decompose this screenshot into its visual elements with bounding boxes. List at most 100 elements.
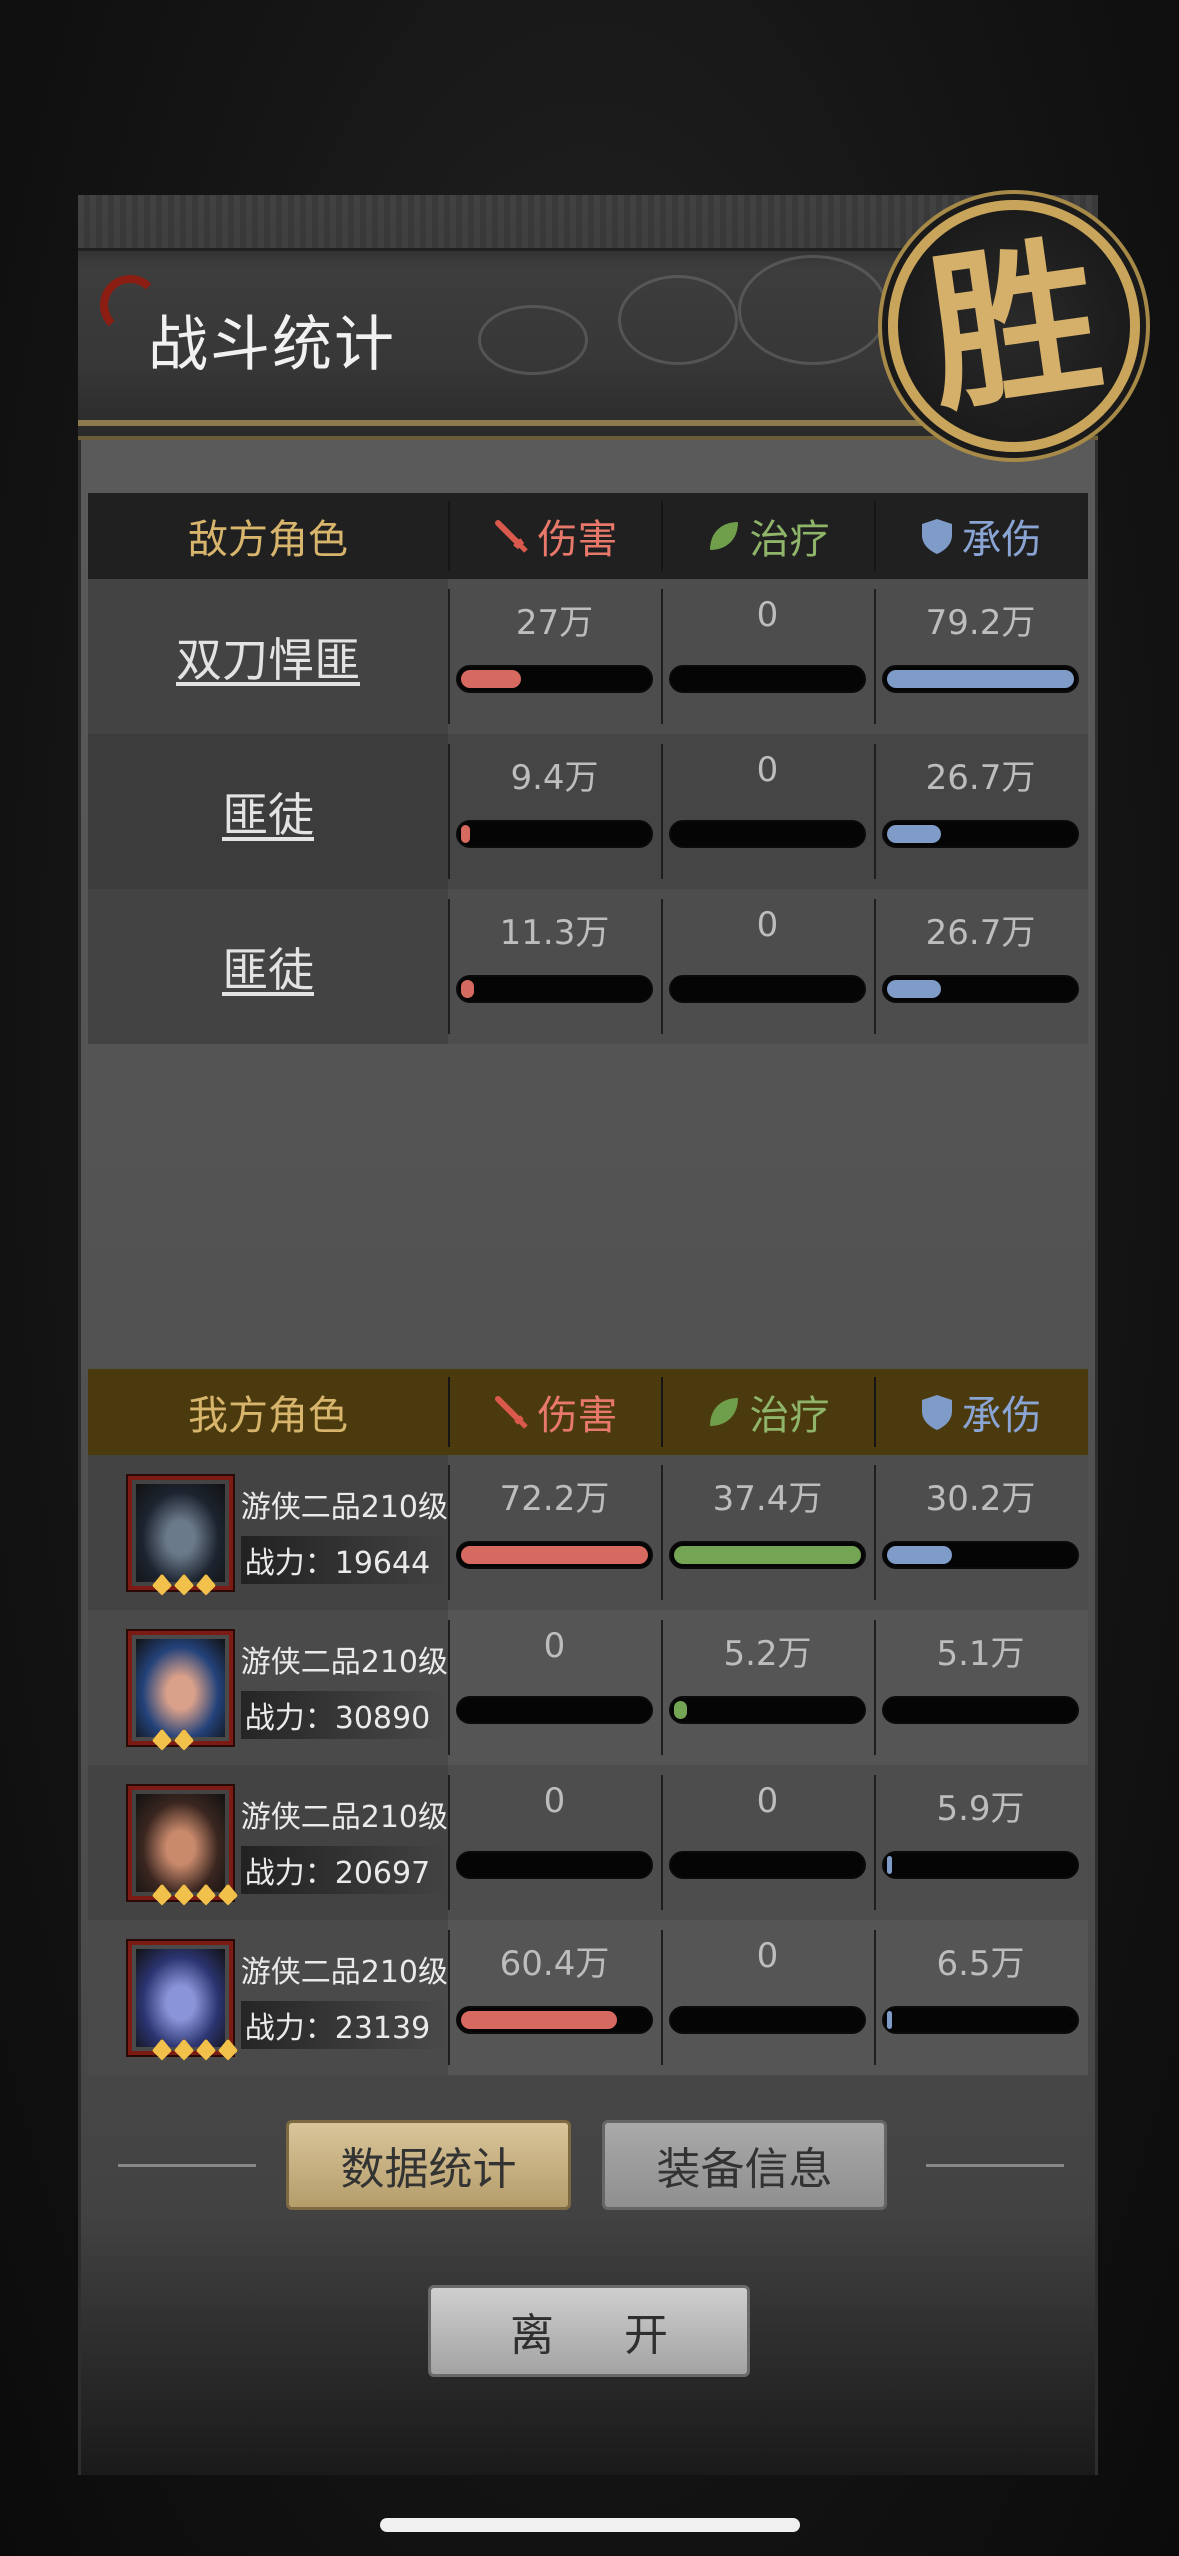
heal-progress-bar [669, 975, 866, 1003]
damage-value: 11.3万 [499, 913, 610, 953]
heal-progress-bar [669, 665, 866, 693]
heal-value: 37.4万 [712, 1479, 823, 1519]
damage-progress-fill [461, 980, 475, 998]
star-icon [218, 2038, 238, 2061]
ally-column-header: 我方角色 [188, 1393, 348, 1439]
tank-stat-cell: 30.2万 [874, 1455, 1087, 1610]
heal-stat-cell: 0 [661, 1920, 874, 2075]
star-icon [196, 2038, 216, 2061]
leave-label-char-2: 开 [624, 2310, 668, 2361]
ally-table-header: 我方角色 伤害 治疗 承伤 [88, 1369, 1088, 1455]
shield-icon [921, 519, 952, 554]
enemy-name-cell: 匪徒 [88, 734, 448, 889]
tank-value: 79.2万 [925, 603, 1036, 643]
star-icon [152, 1883, 172, 1906]
heal-stat-cell: 0 [661, 734, 874, 889]
tank-column-label: 承伤 [961, 517, 1042, 563]
star-icon [218, 1883, 238, 1906]
damage-stat-cell: 60.4万 [448, 1920, 661, 2075]
enemy-name-link[interactable]: 双刀悍匪 [176, 624, 360, 690]
enemy-name-link[interactable]: 匪徒 [222, 934, 314, 1000]
leave-button[interactable]: 离 开 [428, 2285, 750, 2377]
star-icon [152, 1573, 172, 1596]
damage-progress-bar [456, 975, 653, 1003]
heal-value: 0 [756, 750, 779, 790]
enemy-name-cell: 匪徒 [88, 889, 448, 1044]
heal-progress-bar [669, 2006, 866, 2034]
star-icon [174, 1573, 194, 1596]
enemy-name-link[interactable]: 匪徒 [222, 779, 314, 845]
sword-icon [494, 1396, 528, 1429]
heal-progress-bar [669, 820, 866, 848]
tank-value: 30.2万 [925, 1479, 1036, 1519]
tank-progress-bar [882, 1696, 1079, 1724]
column-divider [874, 501, 876, 571]
column-divider [448, 501, 450, 571]
heal-column-header: 治疗 [661, 493, 874, 579]
hero-power: 战力：20697 [240, 1845, 448, 1894]
hero-portrait[interactable] [128, 1940, 238, 2061]
victory-seal: 胜 [888, 200, 1140, 452]
damage-progress-fill [461, 2011, 618, 2029]
hero-star-rank [152, 1728, 194, 1751]
enemy-name-cell: 双刀悍匪 [88, 579, 448, 734]
damage-column-header: 伤害 [448, 1369, 661, 1455]
ally-stats-table: 我方角色 伤害 治疗 承伤 游侠二品210级 战力：19644 72.2万 37.4万… [88, 1369, 1088, 2075]
ally-row: 游侠二品210级 战力：30890 0 5.2万 5.1万 [88, 1610, 1088, 1765]
damage-progress-fill [461, 670, 521, 688]
heal-progress-fill [674, 1546, 861, 1564]
damage-stat-cell: 72.2万 [448, 1455, 661, 1610]
heal-column-header: 治疗 [661, 1369, 874, 1455]
home-indicator[interactable] [380, 2518, 800, 2532]
enemy-column-header: 敌方角色 [188, 517, 348, 563]
heal-column-label: 治疗 [749, 517, 830, 563]
damage-value: 72.2万 [499, 1479, 610, 1519]
cloud-ornament-icon [478, 305, 588, 375]
tank-progress-bar [882, 820, 1079, 848]
column-divider [874, 1377, 876, 1447]
hero-portrait[interactable] [128, 1630, 233, 1751]
tank-progress-fill [887, 1546, 953, 1564]
tab-data-stats[interactable]: 数据统计 [286, 2120, 571, 2210]
enemy-row: 双刀悍匪 27万 0 79.2万 [88, 579, 1088, 734]
leave-label-char-1: 离 [510, 2310, 554, 2361]
hero-portrait-image [136, 1793, 225, 1892]
hero-info: 游侠二品210级 战力：20697 [240, 1792, 448, 1894]
hero-class-level: 游侠二品210级 [240, 1954, 448, 1990]
star-icon [196, 1883, 216, 1906]
hero-power: 战力：30890 [240, 1690, 448, 1739]
tank-progress-fill [887, 1856, 892, 1874]
leaf-icon [709, 1398, 738, 1426]
tank-progress-bar [882, 975, 1079, 1003]
hero-class-level: 游侠二品210级 [240, 1489, 448, 1525]
star-icon [196, 1573, 216, 1596]
heal-value: 0 [756, 905, 779, 945]
heal-progress-bar [669, 1541, 866, 1569]
damage-progress-bar [456, 2006, 653, 2034]
cloud-ornament-icon [618, 275, 738, 365]
hero-portrait[interactable] [128, 1475, 233, 1596]
heal-stat-cell: 37.4万 [661, 1455, 874, 1610]
tank-progress-fill [887, 670, 1074, 688]
tab-divider-right [926, 2164, 1064, 2167]
tank-value: 6.5万 [936, 1944, 1025, 1984]
hero-portrait[interactable] [128, 1785, 238, 1906]
tab-divider-left [118, 2164, 256, 2167]
sword-icon [494, 520, 528, 553]
column-divider [448, 1377, 450, 1447]
heal-progress-fill [674, 1701, 688, 1719]
tab-equipment-info[interactable]: 装备信息 [602, 2120, 887, 2210]
enemy-row: 匪徒 9.4万 0 26.7万 [88, 734, 1088, 889]
damage-value: 60.4万 [499, 1944, 610, 1984]
hero-star-rank [152, 1573, 216, 1596]
tank-value: 26.7万 [925, 758, 1036, 798]
heal-value: 0 [756, 595, 779, 635]
star-icon [152, 2038, 172, 2061]
column-divider [661, 1377, 663, 1447]
heal-stat-cell: 0 [661, 889, 874, 1044]
damage-column-header: 伤害 [448, 493, 661, 579]
tank-column-header: 承伤 [874, 493, 1087, 579]
tank-stat-cell: 5.9万 [874, 1765, 1087, 1920]
heal-progress-bar [669, 1696, 866, 1724]
hero-star-rank [152, 1883, 238, 1906]
